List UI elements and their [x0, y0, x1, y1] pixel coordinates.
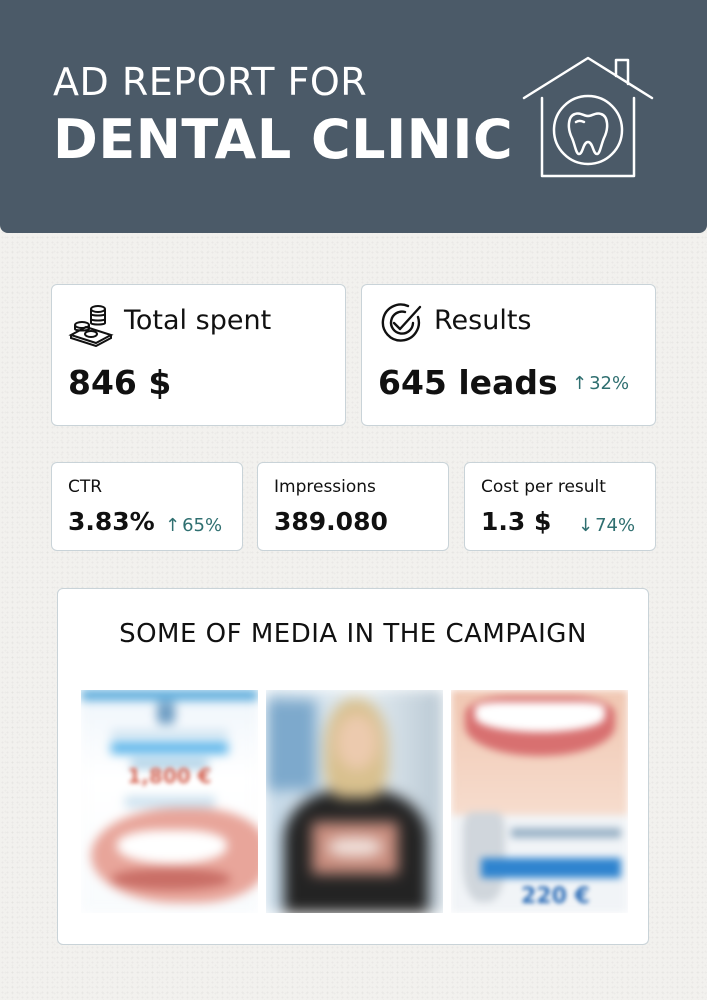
media-title: SOME OF MEDIA IN THE CAMPAIGN [119, 619, 587, 649]
arrow-up-icon: ↑ [572, 373, 588, 394]
cost-per-result-trend-value: 74% [595, 515, 636, 536]
ctr-card: CTR 3.83% ↑ 65% [51, 462, 243, 551]
media-thumbnail-poster[interactable]: 1,800 € [81, 690, 258, 913]
money-stack-icon [68, 305, 114, 347]
total-spent-label: Total spent [124, 305, 272, 336]
poster-price: 1,800 € [127, 764, 212, 788]
media-thumbnail-implant[interactable]: 220 € [451, 690, 628, 913]
impressions-card: Impressions 389.080 [257, 462, 449, 551]
results-trend: ↑ 32% [572, 373, 629, 394]
report-header: AD REPORT FOR DENTAL CLINIC [0, 0, 707, 233]
target-check-icon [381, 303, 422, 342]
total-spent-card: Total spent 846 $ [51, 284, 346, 426]
ctr-trend: ↑ 65% [165, 515, 222, 536]
results-label: Results [434, 305, 532, 336]
arrow-up-icon: ↑ [165, 515, 181, 536]
media-thumbnail-video[interactable] [266, 690, 443, 913]
results-trend-value: 32% [589, 373, 630, 394]
implant-price: 220 € [521, 884, 590, 909]
cost-per-result-value: 1.3 $ [481, 507, 552, 536]
results-value: 645 leads [378, 363, 558, 402]
report-title-line1: AD REPORT FOR [53, 60, 368, 104]
results-card: Results 645 leads ↑ 32% [361, 284, 656, 426]
report-title-line2: DENTAL CLINIC [53, 108, 514, 171]
cost-per-result-card: Cost per result 1.3 $ ↓ 74% [464, 462, 656, 551]
ctr-value: 3.83% [68, 507, 155, 536]
ctr-label: CTR [68, 477, 103, 497]
cost-per-result-trend: ↓ 74% [578, 515, 635, 536]
arrow-down-icon: ↓ [578, 515, 594, 536]
cost-per-result-label: Cost per result [481, 477, 606, 497]
impressions-label: Impressions [274, 477, 376, 497]
impressions-value: 389.080 [274, 507, 388, 536]
total-spent-value: 846 $ [68, 363, 172, 402]
dental-house-icon [522, 56, 654, 178]
media-card: SOME OF MEDIA IN THE CAMPAIGN 1,800 € 22… [57, 588, 649, 945]
ctr-trend-value: 65% [182, 515, 223, 536]
